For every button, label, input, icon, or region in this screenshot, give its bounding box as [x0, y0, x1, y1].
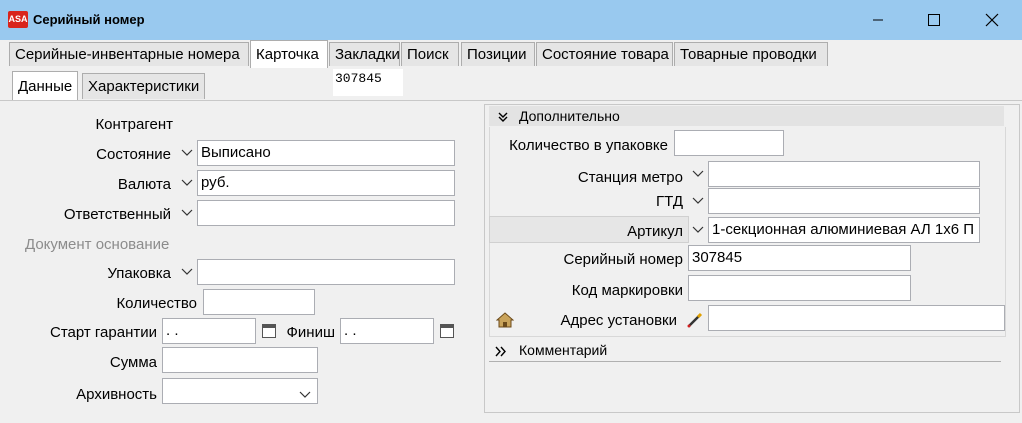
package-label: Упаковка [107, 265, 171, 282]
house-icon[interactable] [495, 312, 515, 328]
base-document-label: Документ основание [25, 236, 170, 253]
close-button[interactable] [969, 0, 1015, 40]
quantity-label: Количество [116, 295, 197, 312]
article-field[interactable]: 1-секционная алюминиевая АЛ 1х6 П [708, 217, 980, 243]
warranty-finish-label: Финиш [286, 324, 335, 341]
archive-label: Архивность [76, 386, 157, 403]
install-address-field[interactable] [708, 305, 1005, 331]
serial-number-label: Серийный номер [563, 251, 683, 268]
header-code: 307845 [333, 69, 403, 96]
comment-group-title: Комментарий [519, 342, 608, 358]
chevron-down-icon[interactable] [691, 188, 705, 214]
metro-station-field[interactable] [708, 161, 980, 187]
warranty-finish-field[interactable]: . . [340, 318, 434, 344]
tab-bookmarks[interactable]: Закладки [329, 42, 400, 66]
install-address-label: Адрес установки [560, 312, 677, 329]
marking-code-label: Код маркировки [571, 282, 683, 299]
collapse-chevron-icon[interactable] [497, 110, 509, 126]
gtd-field[interactable] [708, 188, 980, 214]
chevron-down-icon[interactable] [180, 259, 194, 285]
package-field[interactable] [197, 259, 455, 285]
responsible-label: Ответственный [63, 206, 171, 223]
quantity-field[interactable] [203, 289, 315, 315]
minimize-button[interactable] [855, 0, 901, 40]
state-field[interactable]: Выписано [197, 140, 455, 166]
article-label: Артикул [627, 223, 683, 240]
tab-search[interactable]: Поиск [401, 42, 459, 66]
sum-field[interactable] [162, 347, 318, 373]
pack-quantity-label: Количество в упаковке [509, 137, 668, 154]
tab-product-postings[interactable]: Товарные проводки [674, 42, 828, 66]
chevron-down-icon[interactable] [180, 170, 194, 196]
window-title: Серийный номер [33, 12, 145, 27]
metro-station-label: Станция метро [577, 169, 683, 186]
calendar-icon[interactable] [262, 324, 276, 338]
minimize-icon [873, 19, 883, 21]
chevron-down-icon[interactable] [691, 161, 705, 187]
subtab-data[interactable]: Данные [12, 71, 78, 101]
responsible-field[interactable] [197, 200, 455, 226]
content-divider [0, 100, 1022, 101]
gtd-label: ГТД [656, 193, 683, 210]
chevron-down-icon[interactable] [180, 140, 194, 166]
serial-number-field[interactable]: 307845 [688, 245, 911, 271]
state-label: Состояние [96, 146, 171, 163]
app-logo: ASA [8, 11, 28, 28]
tab-card[interactable]: Карточка [250, 40, 328, 68]
chevron-down-icon[interactable] [180, 200, 194, 226]
currency-field[interactable]: руб. [197, 170, 455, 196]
tab-positions[interactable]: Позиции [461, 42, 535, 66]
pen-icon[interactable] [686, 311, 704, 329]
archive-select[interactable] [162, 378, 318, 404]
comment-divider [489, 361, 1001, 362]
tab-product-state[interactable]: Состояние товара [536, 42, 673, 66]
calendar-icon[interactable] [440, 324, 454, 338]
expand-chevron-icon[interactable] [495, 344, 507, 360]
additional-group-title: Дополнительно [519, 108, 620, 124]
sum-label: Сумма [109, 354, 157, 371]
marking-code-field[interactable] [688, 275, 911, 301]
subtab-characteristics[interactable]: Характеристики [82, 73, 205, 99]
kontragent-label: Контрагент [95, 116, 173, 133]
maximize-button[interactable] [911, 0, 957, 40]
chevron-down-icon[interactable] [299, 386, 311, 402]
maximize-icon [928, 14, 940, 26]
chevron-down-icon[interactable] [691, 217, 705, 243]
currency-label: Валюта [117, 176, 171, 193]
close-icon [985, 13, 999, 27]
warranty-start-field[interactable]: . . [162, 318, 256, 344]
pack-quantity-field[interactable] [674, 130, 784, 156]
tab-serial-inventory[interactable]: Серийные-инвентарные номера [9, 42, 249, 66]
warranty-start-label: Старт гарантии [49, 324, 157, 341]
